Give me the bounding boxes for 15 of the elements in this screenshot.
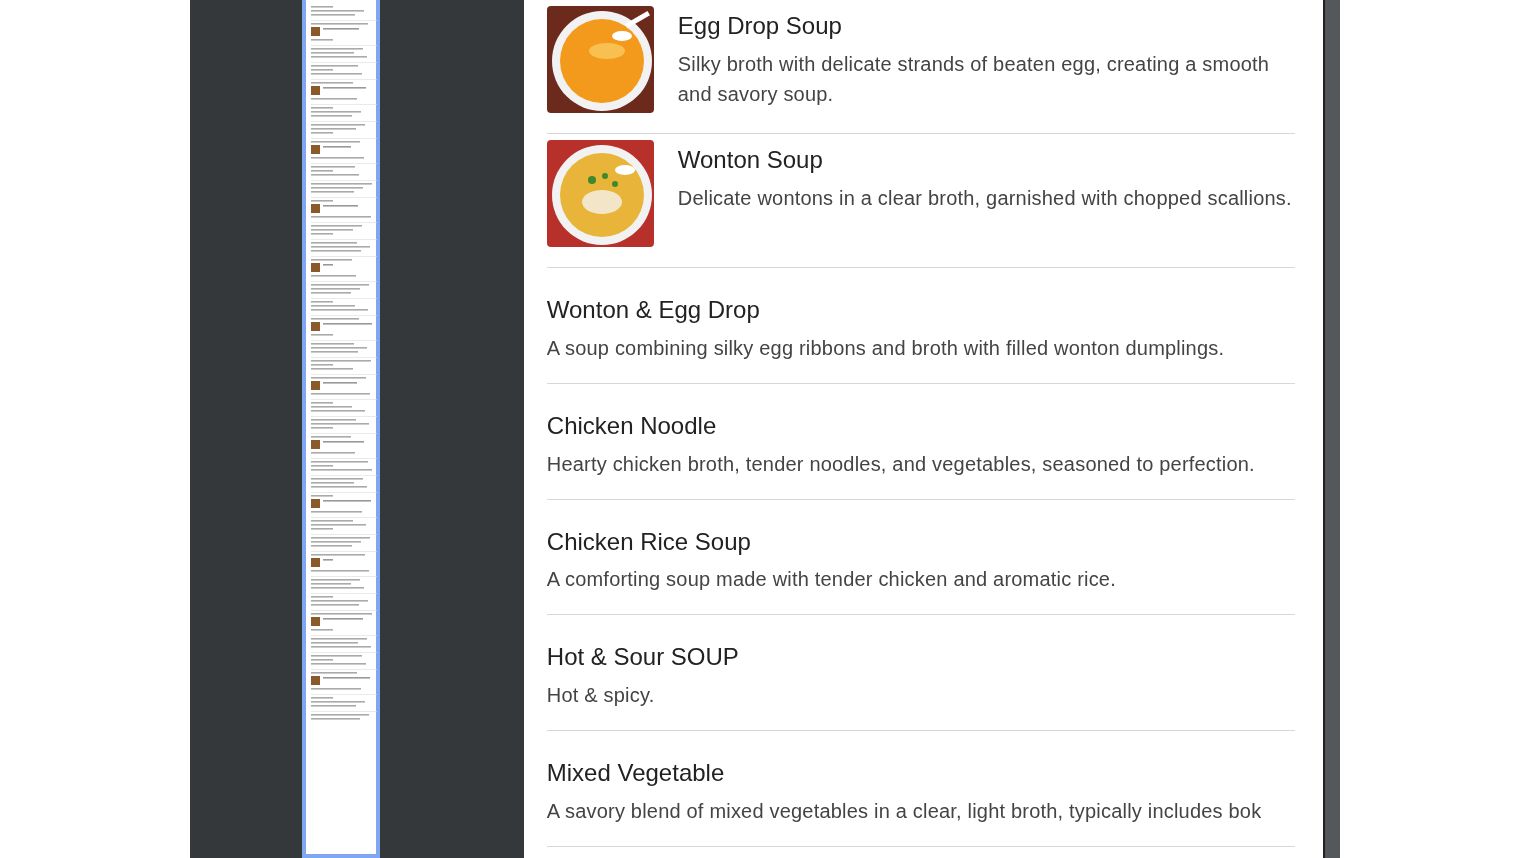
page-thumbnail[interactable] [302, 0, 380, 858]
item-name: Egg Drop Soup [677, 12, 843, 41]
item-description: Silky broth with delicate strands of beaten egg, creating a smooth and savory soup. [677, 51, 1271, 107]
item-description: Hearty chicken broth, tender noodles, and vegetables, seasoned to perfection. [546, 451, 1255, 477]
item-description: Hot & spicy. [546, 683, 656, 709]
item-name: Mixed Vegetable [546, 759, 726, 788]
item-name: Chicken Noodle [546, 411, 718, 441]
item-name: Wonton Soup [677, 146, 824, 175]
item-name: Chicken Rice Soup [546, 527, 752, 557]
item-name: Wonton & Egg Drop [546, 296, 761, 325]
item-description: A comforting soup made with tender chicken and aromatic rice. [546, 567, 1116, 593]
item-description: A soup combining silky egg ribbons and broth with filled wonton dumplings. [546, 335, 1225, 361]
item-description: A savory blend of mixed vegetables in a clear, light broth, typically includes bok [546, 799, 1262, 824]
item-description: Delicate wontons in a clear broth, garnished with chopped scallions. [677, 185, 1292, 211]
item-name: Hot & Sour SOUP [546, 643, 739, 673]
